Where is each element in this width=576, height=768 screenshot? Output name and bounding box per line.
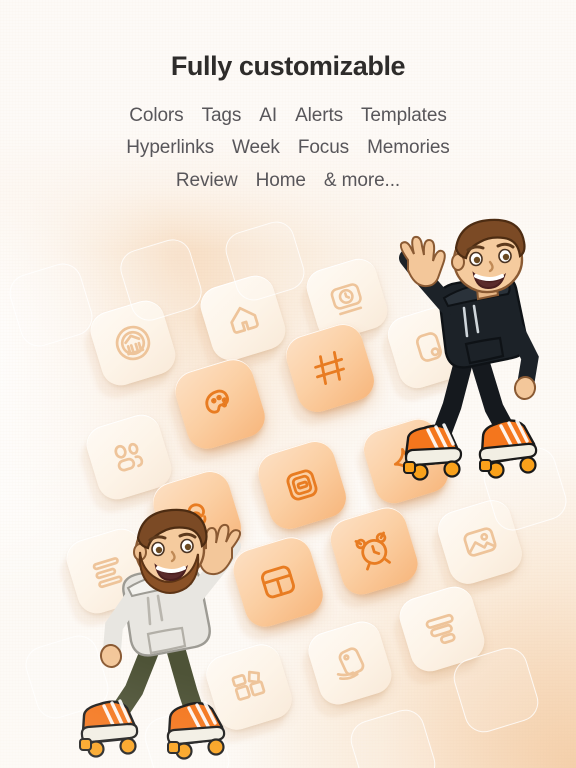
feature-word[interactable]: AI	[259, 100, 277, 133]
feature-word[interactable]: Tags	[202, 100, 242, 133]
tile-blank[interactable]	[4, 258, 98, 352]
feature-word[interactable]: Review	[176, 165, 238, 198]
feature-word[interactable]: Colors	[129, 100, 183, 133]
avatar-skater-dark-hoodie	[368, 218, 553, 481]
feature-word[interactable]: & more...	[324, 165, 400, 198]
feature-line: Review Home & more...	[73, 165, 503, 198]
feature-word[interactable]: Focus	[298, 132, 349, 165]
avatar-skater-light-hoodie	[78, 508, 263, 760]
feature-word[interactable]: Week	[232, 132, 280, 165]
feature-word[interactable]: Templates	[361, 100, 447, 133]
blank-icon	[6, 260, 96, 350]
feature-list: Colors Tags AI Alerts Templates Hyperlinks Wee…	[73, 100, 503, 198]
feature-line: Colors Tags AI Alerts Templates	[73, 100, 503, 133]
feature-word[interactable]: Hyperlinks	[126, 132, 214, 165]
feature-word[interactable]: Home	[256, 165, 306, 198]
blank-icon	[347, 706, 439, 768]
page-title: Fully customizable	[170, 51, 406, 81]
feature-word[interactable]: Memories	[367, 132, 450, 165]
feature-line: Hyperlinks Week Focus Memories	[73, 132, 503, 165]
promo-screen: Fully customizable Colors Tags AI Alerts Tem…	[0, 0, 576, 768]
feature-word[interactable]: Alerts	[295, 100, 343, 133]
tile-blank[interactable]	[345, 704, 441, 768]
header: Fully customizable Colors Tags AI Alerts Tem…	[0, 51, 576, 198]
